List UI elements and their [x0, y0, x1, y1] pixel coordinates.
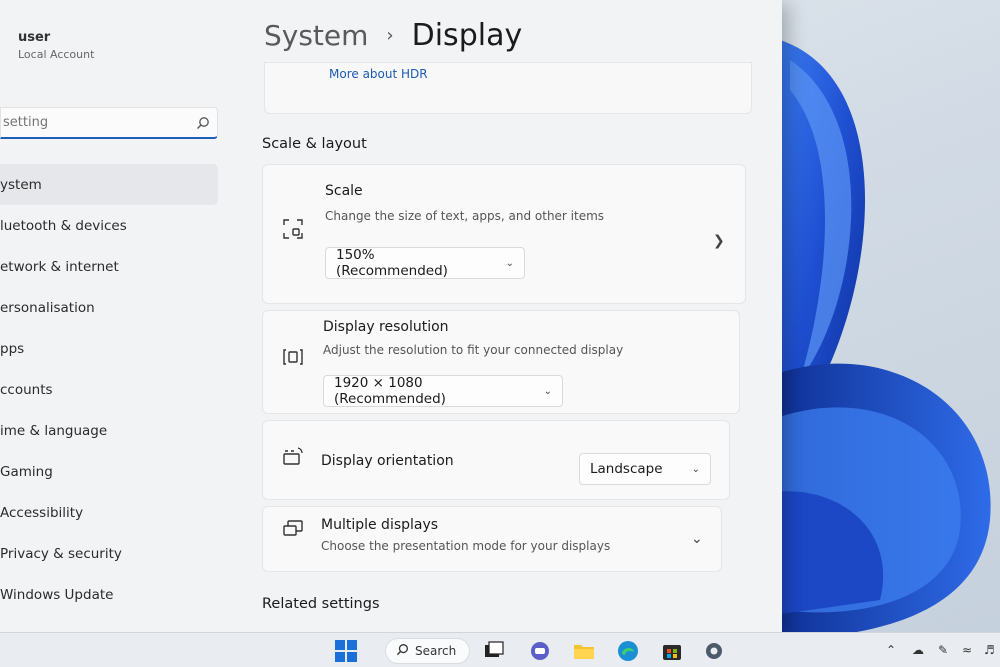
section-title-related-settings: Related settings	[262, 596, 380, 612]
sidebar-item-apps[interactable]: pps	[0, 328, 218, 369]
display-orientation-title: Display orientation	[321, 453, 454, 469]
volume-icon[interactable]: ♬	[984, 643, 995, 657]
sidebar-item-bluetooth[interactable]: luetooth & devices	[0, 205, 218, 246]
wifi-icon[interactable]: ≈	[962, 643, 972, 657]
breadcrumb: System › Display	[264, 18, 522, 53]
sidebar-item-label: ersonalisation	[0, 299, 95, 316]
sidebar-item-label: ystem	[0, 176, 42, 193]
sidebar-item-accessibility[interactable]: Accessibility	[0, 492, 218, 533]
onedrive-icon[interactable]: ☁	[912, 643, 924, 657]
chevron-right-icon[interactable]: ❯	[713, 233, 725, 249]
account-name: user	[18, 30, 51, 45]
hdr-card: More about HDR	[264, 62, 752, 114]
sidebar-item-label: etwork & internet	[0, 258, 119, 275]
taskbar: Search ⌃ ☁ ✎ ≈ ♬	[0, 632, 1000, 667]
multiple-displays-title: Multiple displays	[321, 517, 439, 533]
scale-dropdown-value: 150% (Recommended)	[336, 247, 448, 279]
settings-search-input[interactable]	[1, 115, 195, 130]
sidebar-item-label: ccounts	[0, 381, 53, 398]
chevron-down-icon: ⌄	[543, 385, 552, 397]
sidebar-item-label: Privacy & security	[0, 545, 122, 562]
account-info[interactable]: user Local Account	[18, 30, 94, 61]
multiple-displays-card[interactable]: Multiple displays Choose the presentatio…	[262, 506, 722, 572]
display-orientation-value: Landscape	[590, 461, 663, 477]
more-about-hdr-link[interactable]: More about HDR	[329, 67, 428, 81]
display-resolution-dropdown[interactable]: 1920 × 1080 (Recommended) ⌄	[323, 375, 563, 407]
display-resolution-card: Display resolution Adjust the resolution…	[262, 310, 740, 414]
sidebar-item-time-language[interactable]: ime & language	[0, 410, 218, 451]
sidebar-item-label: pps	[0, 340, 25, 357]
scale-title: Scale	[325, 183, 363, 199]
sidebar-item-label: Gaming	[0, 463, 53, 480]
scale-card[interactable]: Scale Change the size of text, apps, and…	[262, 164, 746, 304]
display-orientation-card: Display orientation Landscape ⌄	[262, 420, 730, 500]
display-resolution-description: Adjust the resolution to fit your connec…	[323, 343, 624, 357]
chevron-down-icon: ⌄	[505, 257, 514, 269]
breadcrumb-system[interactable]: System	[264, 19, 368, 52]
main-content: System › Display More about HDR Scale & …	[232, 0, 782, 632]
chat-icon[interactable]	[528, 639, 552, 663]
orientation-icon	[281, 445, 305, 469]
sidebar-item-label: ime & language	[0, 422, 108, 439]
sidebar-item-label: Accessibility	[0, 504, 84, 521]
sidebar-item-label: Windows Update	[0, 586, 114, 603]
pen-icon[interactable]: ✎	[938, 643, 948, 657]
sidebar-item-windows-update[interactable]: Windows Update	[0, 574, 218, 615]
search-icon[interactable]	[195, 115, 211, 131]
search-icon	[396, 643, 409, 659]
section-title-scale-layout: Scale & layout	[262, 136, 367, 152]
resolution-icon	[281, 345, 305, 369]
page-title: Display	[411, 18, 523, 53]
multiple-displays-description: Choose the presentation mode for your di…	[321, 539, 611, 553]
scale-description: Change the size of text, apps, and other…	[325, 209, 605, 223]
display-orientation-dropdown[interactable]: Landscape ⌄	[579, 453, 711, 485]
scale-dropdown[interactable]: 150% (Recommended) ⌄	[325, 247, 525, 279]
chevron-down-icon[interactable]: ⌄	[691, 531, 703, 547]
sidebar-nav: ystem luetooth & devices etwork & intern…	[0, 164, 218, 615]
sidebar-item-system[interactable]: ystem	[0, 164, 218, 205]
store-icon[interactable]	[660, 639, 684, 663]
scale-icon	[281, 217, 305, 241]
sidebar-item-network[interactable]: etwork & internet	[0, 246, 218, 287]
start-icon[interactable]	[334, 639, 358, 663]
taskbar-search-label: Search	[415, 644, 457, 658]
sidebar-item-accounts[interactable]: ccounts	[0, 369, 218, 410]
settings-search-box[interactable]	[0, 107, 218, 139]
display-resolution-value: 1920 × 1080 (Recommended)	[334, 375, 446, 407]
multiple-displays-icon	[281, 517, 305, 541]
display-resolution-title: Display resolution	[323, 319, 449, 335]
task-view-icon[interactable]	[482, 639, 506, 663]
sidebar-item-personalisation[interactable]: ersonalisation	[0, 287, 218, 328]
sidebar: user Local Account ystem luetooth & devi…	[0, 0, 232, 632]
edge-browser-icon[interactable]	[616, 639, 640, 663]
file-explorer-icon[interactable]	[572, 639, 596, 663]
settings-gear-icon[interactable]	[702, 639, 726, 663]
sidebar-item-label: luetooth & devices	[0, 217, 127, 234]
sidebar-item-gaming[interactable]: Gaming	[0, 451, 218, 492]
taskbar-search[interactable]: Search	[385, 638, 470, 664]
sidebar-item-privacy[interactable]: Privacy & security	[0, 533, 218, 574]
breadcrumb-chevron-icon: ›	[386, 25, 394, 46]
account-type: Local Account	[18, 48, 95, 61]
chevron-down-icon: ⌄	[691, 463, 700, 475]
settings-window: user Local Account ystem luetooth & devi…	[0, 0, 782, 632]
chevron-up-icon[interactable]: ⌃	[886, 643, 896, 657]
